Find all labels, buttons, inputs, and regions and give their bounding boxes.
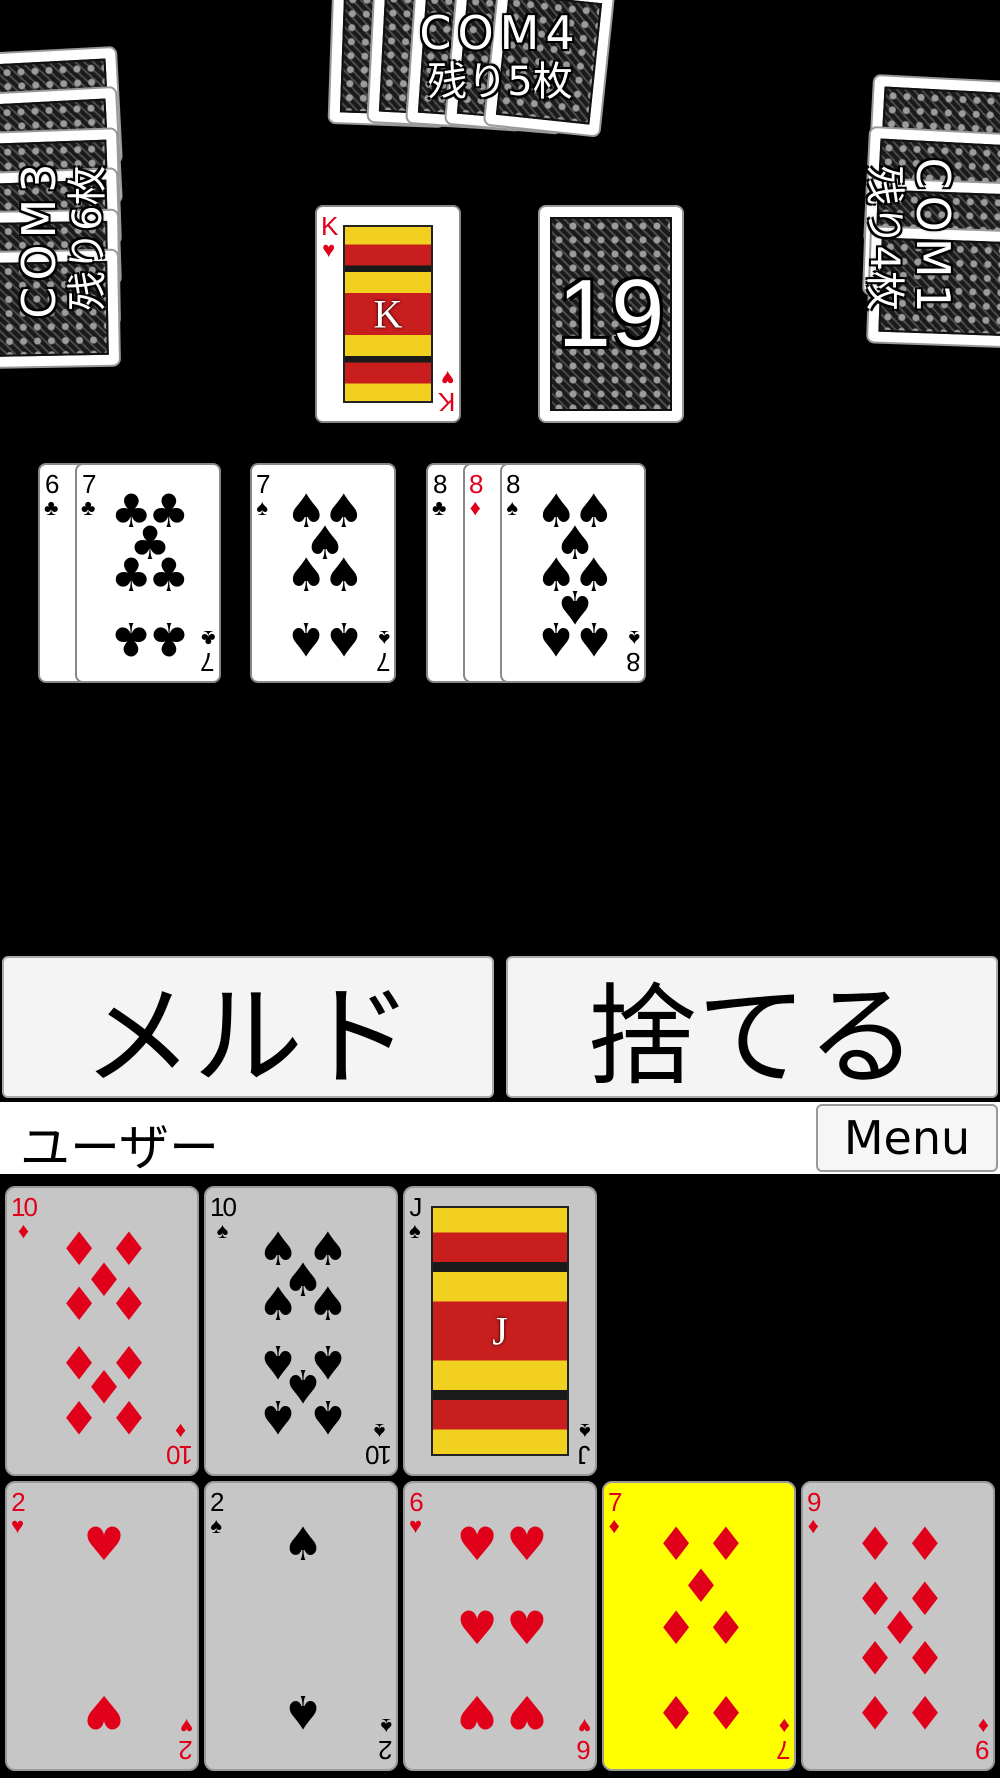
card-corner: K ♥ [439,366,455,417]
menu-button[interactable]: Menu [816,1104,998,1172]
diamond-pip-icon: ♦ [108,1389,150,1444]
com3-label: COM3 残り6枚 [11,118,111,358]
diamond-pip-icon: ♦ [108,1277,150,1332]
heart-pip-icon: ♥ [506,1601,548,1655]
spade-pip-icon: ♠ [323,611,365,666]
card-6-of-hearts[interactable]: 6 ♥ ♥ ♥ ♥ ♥ ♥ ♥ 6 ♥ [403,1481,597,1771]
spade-pip-icon: ♠ [285,548,327,602]
card-corner: 8 ♠ [627,626,640,677]
card-7-of-clubs[interactable]: 7 ♣ ♣ ♣ ♣ ♣ ♣ ♣ ♣ 7 ♣ [75,463,221,683]
com4-name: COM4 [419,6,581,60]
card-corner: 6♣ [44,469,60,520]
card-corner: 7 ♣ [81,469,97,520]
face-card-art: J [431,1206,569,1456]
diamond-pip-icon: ♦ [655,1684,697,1739]
card-corner: 8♦ [469,469,484,520]
card-corner: 8♣ [432,469,448,520]
card-corner: 2 ♥ [11,1487,26,1538]
diamond-pip-icon: ♦ [58,1277,100,1332]
com1-remaining: 残り4枚 [861,165,908,311]
spade-pip-icon: ♠ [323,548,365,602]
diamond-pip-icon: ♦ [705,1601,747,1655]
card-8-of-spades[interactable]: 8 ♠ ♠ ♠ ♠ ♠ ♠ ♠ ♠ ♠ 8 ♠ [500,463,646,683]
heart-pip-icon: ♥ [456,1517,498,1572]
card-corner: K ♥ [321,211,338,262]
heart-pip-icon: ♥ [456,1601,498,1655]
card-corner: J ♠ [579,1419,591,1470]
com1-label: COM1 残り4枚 [861,118,961,358]
com3-remaining: 残り6枚 [64,165,111,311]
diamond-pip-icon: ♦ [904,1517,946,1572]
club-pip-icon: ♣ [110,611,152,666]
club-pip-icon: ♣ [110,548,152,602]
spade-pip-icon: ♠ [257,1389,299,1444]
diamond-pip-icon: ♦ [854,1629,896,1684]
heart-pip-icon: ♥ [83,1517,125,1572]
card-corner: 2 ♥ [179,1714,193,1765]
club-pip-icon: ♣ [148,611,190,666]
diamond-pip-icon: ♦ [58,1389,100,1444]
card-corner: 10 ♠ [210,1192,237,1243]
heart-pip-icon: ♥ [83,1684,125,1739]
card-corner: 7 ♦ [777,1714,790,1765]
card-9-of-diamonds[interactable]: 9 ♦ ♦ ♦ ♦ ♦ ♦ ♦ ♦ ♦ ♦ 9 ♦ [801,1481,995,1771]
spade-pip-icon: ♠ [257,1277,299,1332]
card-corner: 7 ♠ [256,469,271,520]
spade-pip-icon: ♠ [573,611,615,666]
card-2-of-hearts[interactable]: 2 ♥ ♥ ♥ 2 ♥ [5,1481,199,1771]
discard-button[interactable]: 捨てる [506,956,998,1101]
card-10-of-diamonds[interactable]: 10 ♦ ♦ ♦ ♦ ♦ ♦ ♦ ♦ ♦ ♦ ♦ 10 ♦ [5,1186,199,1476]
spade-pip-icon: ♠ [307,1389,349,1444]
diamond-pip-icon: ♦ [904,1684,946,1739]
discard-pile[interactable]: K ♥ K K ♥ [315,205,461,423]
card-corner: 6 ♥ [577,1714,591,1765]
card-corner: 10 ♦ [168,1419,193,1470]
com3-name: COM3 [11,157,66,319]
spade-pip-icon: ♠ [535,611,577,666]
card-10-of-spades[interactable]: 10 ♠ ♠ ♠ ♠ ♠ ♠ ♠ ♠ ♠ ♠ ♠ 10 ♠ [204,1186,398,1476]
diamond-pip-icon: ♦ [705,1684,747,1739]
card-corner: 10 ♠ [367,1419,392,1470]
card-7-of-spades[interactable]: 7 ♠ ♠ ♠ ♠ ♠ ♠ ♠ ♠ 7 ♠ [250,463,396,683]
club-pip-icon: ♣ [148,548,190,602]
heart-pip-icon: ♥ [506,1517,548,1572]
card-corner: 9 ♦ [807,1487,822,1538]
meld-button[interactable]: メルド [2,956,494,1101]
card-corner: 7 ♣ [200,626,215,677]
com1-name: COM1 [906,157,961,319]
king-face-art: K [343,225,433,403]
card-corner: J ♠ [409,1192,422,1243]
card-corner: 2 ♠ [210,1487,225,1538]
diamond-pip-icon: ♦ [655,1601,697,1655]
spade-pip-icon: ♠ [282,1684,324,1739]
heart-pip-icon: ♥ [506,1684,548,1739]
card-corner: 6 ♥ [409,1487,424,1538]
card-corner: 2 ♠ [379,1714,392,1765]
diamond-pip-icon: ♦ [854,1684,896,1739]
card-2-of-spades[interactable]: 2 ♠ ♠ ♠ 2 ♠ [204,1481,398,1771]
card-corner: 10 ♦ [11,1192,38,1243]
diamond-pip-icon: ♦ [904,1629,946,1684]
spade-pip-icon: ♠ [282,1517,324,1572]
spade-pip-icon: ♠ [285,611,327,666]
deck-count: 19 [557,260,665,367]
card-corner: 7 ♦ [608,1487,623,1538]
card-corner: 8 ♠ [506,469,521,520]
com4-label: COM4 残り5枚 [380,6,620,105]
spade-pip-icon: ♠ [307,1277,349,1332]
card-J-of-spades[interactable]: J ♠ J J ♠ [403,1186,597,1476]
diamond-pip-icon: ♦ [854,1517,896,1572]
card-corner: 7 ♠ [377,626,390,677]
card-corner: 9 ♦ [976,1714,989,1765]
player-name: ユーザー [20,1119,219,1177]
card-7-of-diamonds[interactable]: 7 ♦ ♦ ♦ ♦ ♦ ♦ ♦ ♦ 7 ♦ [602,1481,796,1771]
heart-pip-icon: ♥ [456,1684,498,1739]
com4-remaining: 残り5枚 [427,58,573,105]
